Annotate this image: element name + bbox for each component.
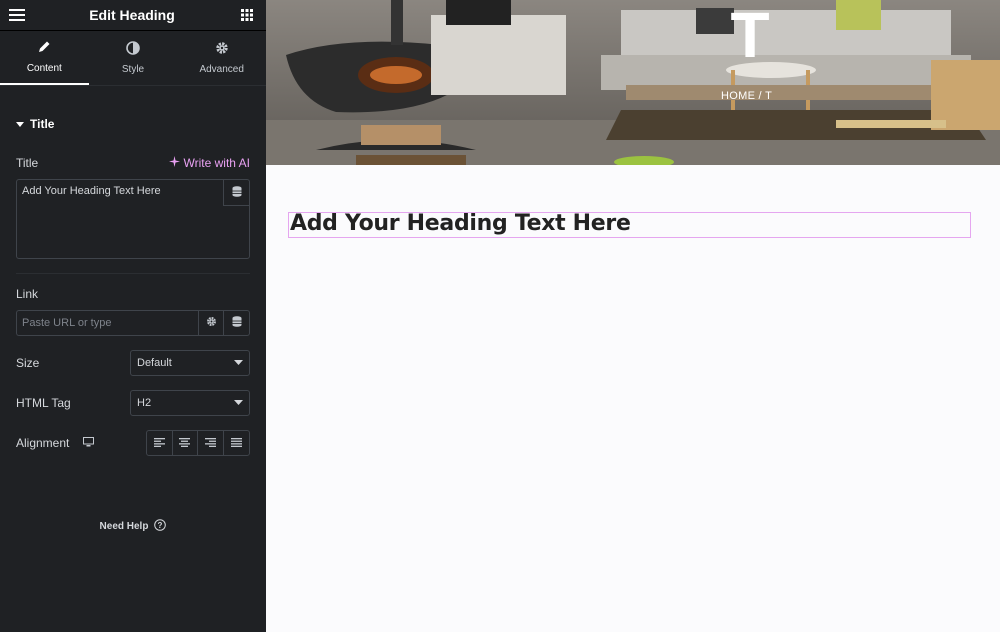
html-tag-select-value: H2 bbox=[137, 397, 152, 409]
section-title-toggle[interactable]: Title bbox=[0, 108, 266, 140]
tab-advanced-label: Advanced bbox=[199, 64, 244, 75]
svg-text:?: ? bbox=[158, 521, 163, 530]
panel-header: Edit Heading bbox=[0, 0, 266, 31]
align-center-icon bbox=[179, 436, 191, 450]
align-justify-icon bbox=[230, 436, 242, 450]
tab-content-label: Content bbox=[26, 63, 62, 74]
tab-advanced[interactable]: Advanced bbox=[177, 31, 266, 85]
database-icon bbox=[232, 184, 242, 202]
html-tag-label: HTML Tag bbox=[16, 396, 71, 410]
half-circle-icon bbox=[126, 41, 140, 58]
sparkle-icon bbox=[168, 156, 180, 170]
tab-style-label: Style bbox=[121, 64, 145, 75]
breadcrumb[interactable]: HOME / T bbox=[721, 90, 772, 102]
chevron-down-icon bbox=[234, 357, 243, 369]
hamburger-menu-icon[interactable] bbox=[8, 6, 26, 24]
alignment-label: Alignment bbox=[16, 436, 70, 450]
panel-title: Edit Heading bbox=[89, 7, 175, 23]
align-left-icon bbox=[153, 436, 165, 450]
align-center-button[interactable] bbox=[173, 431, 198, 455]
pencil-icon bbox=[37, 40, 51, 57]
need-help-label: Need Help bbox=[99, 521, 149, 532]
panel-tabs: Content Style Advanced bbox=[0, 31, 266, 86]
link-url-input[interactable] bbox=[16, 310, 198, 336]
page-heading: Add Your Heading Text Here bbox=[290, 211, 631, 236]
tab-content[interactable]: Content bbox=[0, 31, 89, 85]
alignment-control: Alignment bbox=[0, 430, 266, 456]
align-right-button[interactable] bbox=[198, 431, 224, 455]
chevron-down-icon bbox=[234, 397, 243, 409]
write-with-ai-label: Write with AI bbox=[183, 156, 250, 170]
align-justify-button[interactable] bbox=[224, 431, 250, 455]
size-select[interactable]: Default bbox=[130, 350, 250, 376]
title-textarea[interactable]: Add Your Heading Text Here bbox=[17, 180, 249, 258]
link-options-button[interactable] bbox=[198, 310, 224, 336]
title-label-row: Title Write with AI bbox=[0, 156, 266, 170]
gear-icon bbox=[215, 41, 229, 58]
align-left-button[interactable] bbox=[147, 431, 173, 455]
dynamic-tags-button[interactable] bbox=[223, 180, 249, 206]
page-preview: T HOME / T Add Your Heading Text Here bbox=[266, 0, 1000, 632]
need-help-link[interactable]: Need Help ? bbox=[0, 519, 266, 534]
editor-panel: Edit Heading Content Style Advanced Titl… bbox=[0, 0, 266, 632]
size-control: Size Default bbox=[0, 350, 266, 376]
alignment-label-group: Alignment bbox=[16, 436, 95, 450]
widgets-grid-icon[interactable] bbox=[238, 6, 256, 24]
section-title-label: Title bbox=[30, 117, 55, 131]
hero-title: T bbox=[730, 0, 770, 71]
caret-down-icon bbox=[16, 117, 24, 131]
question-circle-icon: ? bbox=[154, 519, 167, 534]
title-field: Add Your Heading Text Here bbox=[16, 179, 250, 259]
html-tag-control: HTML Tag H2 bbox=[0, 390, 266, 416]
divider bbox=[16, 273, 250, 274]
size-label: Size bbox=[16, 356, 40, 370]
hero-banner: T HOME / T bbox=[266, 0, 1000, 165]
title-field-label: Title bbox=[16, 156, 39, 170]
living-room-photo bbox=[266, 0, 1000, 165]
desktop-icon[interactable] bbox=[83, 436, 95, 450]
link-dynamic-tags-button[interactable] bbox=[224, 310, 250, 336]
link-field bbox=[16, 310, 250, 336]
database-icon bbox=[232, 314, 242, 332]
alignment-buttons bbox=[146, 430, 250, 456]
write-with-ai-button[interactable]: Write with AI bbox=[168, 156, 250, 170]
link-field-label: Link bbox=[16, 287, 39, 301]
gear-icon bbox=[206, 314, 217, 332]
tab-style[interactable]: Style bbox=[89, 31, 178, 85]
html-tag-select[interactable]: H2 bbox=[130, 390, 250, 416]
size-select-value: Default bbox=[137, 357, 172, 369]
align-right-icon bbox=[204, 436, 216, 450]
